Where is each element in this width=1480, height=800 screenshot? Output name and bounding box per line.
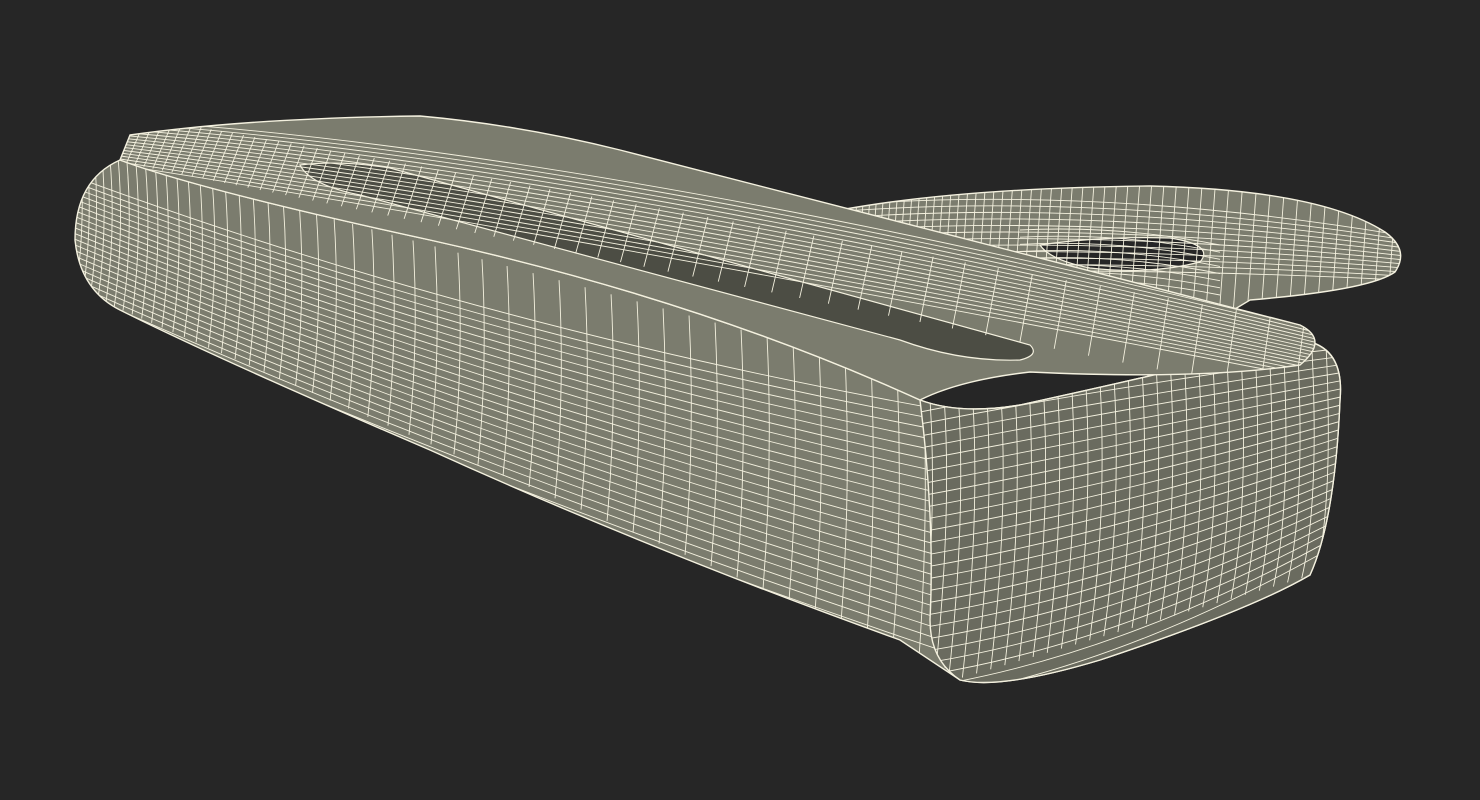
wireframe-render [74, 115, 1402, 684]
body-end-face [919, 339, 1342, 684]
render-viewport[interactable] [0, 0, 1480, 800]
